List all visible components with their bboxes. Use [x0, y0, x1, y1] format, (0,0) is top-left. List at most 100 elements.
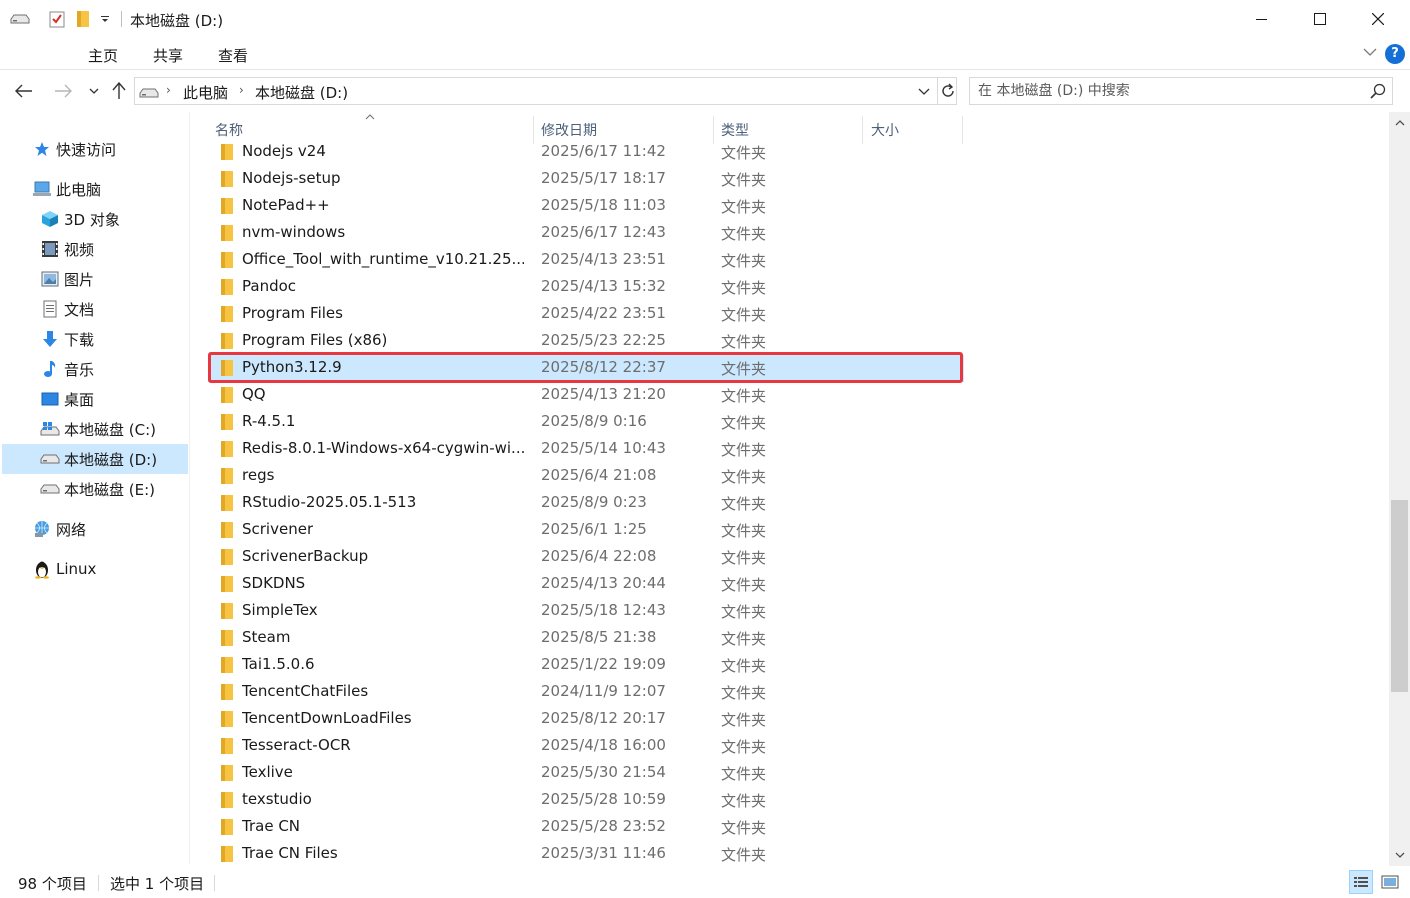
network-icon — [32, 519, 52, 539]
sidebar-item-desktop[interactable]: 桌面 — [40, 384, 94, 414]
address-history-chevron-icon[interactable] — [917, 82, 935, 100]
file-name: NotePad++ — [242, 196, 330, 214]
file-row[interactable]: Nodejs v24 2025/6/17 11:42 文件夹 — [208, 144, 964, 166]
sidebar-item-music[interactable]: 音乐 — [40, 354, 94, 384]
file-row[interactable]: TencentDownLoadFiles 2025/8/12 20:17 文件夹 — [208, 706, 964, 733]
sidebar-item-drive-e[interactable]: 本地磁盘 (E:) — [40, 474, 155, 504]
properties-checklist-icon[interactable] — [48, 9, 66, 29]
column-header-size[interactable]: 大小 — [871, 120, 899, 140]
breadcrumb-drive-d[interactable]: 本地磁盘 (D:) — [255, 82, 348, 103]
tab-view[interactable]: 查看 — [218, 45, 248, 66]
file-row[interactable]: TencentChatFiles 2024/11/9 12:07 文件夹 — [208, 679, 964, 706]
item-count: 98 个项目 — [18, 875, 87, 893]
sidebar-item-network[interactable]: 网络 — [32, 514, 86, 544]
computer-icon — [32, 179, 52, 199]
scrollbar-thumb[interactable] — [1391, 500, 1408, 692]
scroll-up-icon[interactable] — [1389, 112, 1410, 134]
column-divider[interactable] — [713, 116, 714, 144]
file-row[interactable]: Trae CN 2025/5/28 23:52 文件夹 — [208, 814, 964, 841]
search-box[interactable] — [969, 77, 1393, 105]
column-header-type[interactable]: 类型 — [721, 120, 749, 140]
column-divider[interactable] — [962, 116, 963, 144]
up-arrow-icon[interactable] — [107, 79, 131, 103]
file-row[interactable]: RStudio-2025.05.1-513 2025/8/9 0:23 文件夹 — [208, 490, 964, 517]
maximize-button[interactable] — [1291, 0, 1349, 38]
file-modified-date: 2025/6/4 21:08 — [541, 466, 657, 484]
file-modified-date: 2025/3/31 11:46 — [541, 844, 666, 862]
file-row[interactable]: NotePad++ 2025/5/18 11:03 文件夹 — [208, 193, 964, 220]
back-arrow-icon[interactable] — [12, 79, 36, 103]
folder-icon — [220, 333, 234, 349]
forward-arrow-icon[interactable] — [51, 79, 75, 103]
file-row[interactable]: Program Files (x86) 2025/5/23 22:25 文件夹 — [208, 328, 964, 355]
file-row[interactable]: texstudio 2025/5/28 10:59 文件夹 — [208, 787, 964, 814]
file-type: 文件夹 — [721, 252, 767, 270]
file-row[interactable]: QQ 2025/4/13 21:20 文件夹 — [208, 382, 964, 409]
file-row[interactable]: Steam 2025/8/5 21:38 文件夹 — [208, 625, 964, 652]
scroll-down-icon[interactable] — [1389, 844, 1410, 866]
file-row[interactable]: regs 2025/6/4 21:08 文件夹 — [208, 463, 964, 490]
file-row[interactable]: SimpleTex 2025/5/18 12:43 文件夹 — [208, 598, 964, 625]
file-row[interactable]: Office_Tool_with_runtime_v10.21.25.... 20… — [208, 247, 964, 274]
large-icons-view-icon[interactable] — [1378, 870, 1402, 894]
close-button[interactable] — [1349, 0, 1407, 38]
sidebar-item-drive-d[interactable]: 本地磁盘 (D:) — [2, 444, 188, 474]
file-row[interactable]: SDKDNS 2025/4/13 20:44 文件夹 — [208, 571, 964, 598]
file-row[interactable]: Tai1.5.0.6 2025/1/22 19:09 文件夹 — [208, 652, 964, 679]
sidebar-item-videos[interactable]: 视频 — [40, 234, 94, 264]
customize-quick-access-icon[interactable] — [98, 9, 112, 29]
breadcrumb-chevron-icon[interactable]: › — [166, 83, 171, 97]
document-icon — [40, 299, 60, 319]
sidebar-item-downloads[interactable]: 下载 — [40, 324, 94, 354]
file-row[interactable]: Python3.12.9 2025/8/12 22:37 文件夹 — [208, 355, 964, 382]
new-folder-icon[interactable] — [74, 9, 92, 29]
file-row[interactable]: Redis-8.0.1-Windows-x64-cygwin-wi... 2025… — [208, 436, 964, 463]
refresh-icon[interactable] — [937, 78, 957, 104]
chevron-down-icon[interactable] — [1362, 44, 1378, 60]
file-row[interactable]: ScrivenerBackup 2025/6/4 22:08 文件夹 — [208, 544, 964, 571]
sidebar-item-documents[interactable]: 文档 — [40, 294, 94, 324]
sidebar-item-drive-c[interactable]: 本地磁盘 (C:) — [40, 414, 156, 444]
linux-penguin-icon — [32, 559, 52, 579]
column-divider[interactable] — [533, 116, 534, 144]
vertical-scrollbar[interactable] — [1389, 112, 1410, 866]
sidebar-item-this-pc[interactable]: 此电脑 — [32, 174, 101, 204]
folder-icon — [220, 387, 234, 403]
search-icon[interactable] — [1370, 83, 1386, 99]
file-modified-date: 2025/4/13 20:44 — [541, 574, 666, 592]
column-header-modified[interactable]: 修改日期 — [541, 120, 597, 140]
file-modified-date: 2025/5/14 10:43 — [541, 439, 666, 457]
recent-locations-chevron-icon[interactable] — [82, 79, 106, 103]
file-list: Nodejs v24 2025/6/17 11:42 文件夹 Nodejs-setup… — [192, 144, 1388, 866]
file-row[interactable]: Scrivener 2025/6/1 1:25 文件夹 — [208, 517, 964, 544]
details-view-icon[interactable] — [1349, 870, 1373, 894]
search-input[interactable] — [978, 81, 1358, 101]
file-modified-date: 2025/5/30 21:54 — [541, 763, 666, 781]
file-type: 文件夹 — [721, 576, 767, 594]
sidebar-item-pictures[interactable]: 图片 — [40, 264, 94, 294]
column-header-name[interactable]: 名称 — [215, 120, 243, 140]
file-row[interactable]: Trae CN Files 2025/3/31 11:46 文件夹 — [208, 841, 964, 866]
file-row[interactable]: Tesseract-OCR 2025/4/18 16:00 文件夹 — [208, 733, 964, 760]
breadcrumb-this-pc[interactable]: 此电脑 — [183, 82, 228, 103]
column-divider[interactable] — [862, 116, 863, 144]
tab-share[interactable]: 共享 — [153, 45, 183, 66]
sidebar-item-linux[interactable]: Linux — [32, 554, 96, 584]
tab-home[interactable]: 主页 — [88, 45, 118, 66]
file-row[interactable]: Texlive 2025/5/30 21:54 文件夹 — [208, 760, 964, 787]
sidebar-item-3d-objects[interactable]: 3D 对象 — [40, 204, 120, 234]
sidebar-item-quick-access[interactable]: 快速访问 — [32, 134, 116, 164]
file-modified-date: 2025/6/17 12:43 — [541, 223, 666, 241]
file-row[interactable]: Nodejs-setup 2025/5/17 18:17 文件夹 — [208, 166, 964, 193]
help-button[interactable]: ? — [1385, 44, 1405, 64]
folder-icon — [220, 225, 234, 241]
file-row[interactable]: R-4.5.1 2025/8/9 0:16 文件夹 — [208, 409, 964, 436]
file-row[interactable]: nvm-windows 2025/6/17 12:43 文件夹 — [208, 220, 964, 247]
folder-icon — [220, 846, 234, 862]
file-row[interactable]: Program Files 2025/4/22 23:51 文件夹 — [208, 301, 964, 328]
breadcrumb-chevron-icon[interactable]: › — [239, 83, 244, 97]
address-bar[interactable]: › 此电脑 › 本地磁盘 (D:) — [134, 77, 957, 105]
minimize-button[interactable] — [1233, 0, 1291, 38]
sidebar-item-label: 快速访问 — [56, 140, 117, 159]
file-row[interactable]: Pandoc 2025/4/13 15:32 文件夹 — [208, 274, 964, 301]
